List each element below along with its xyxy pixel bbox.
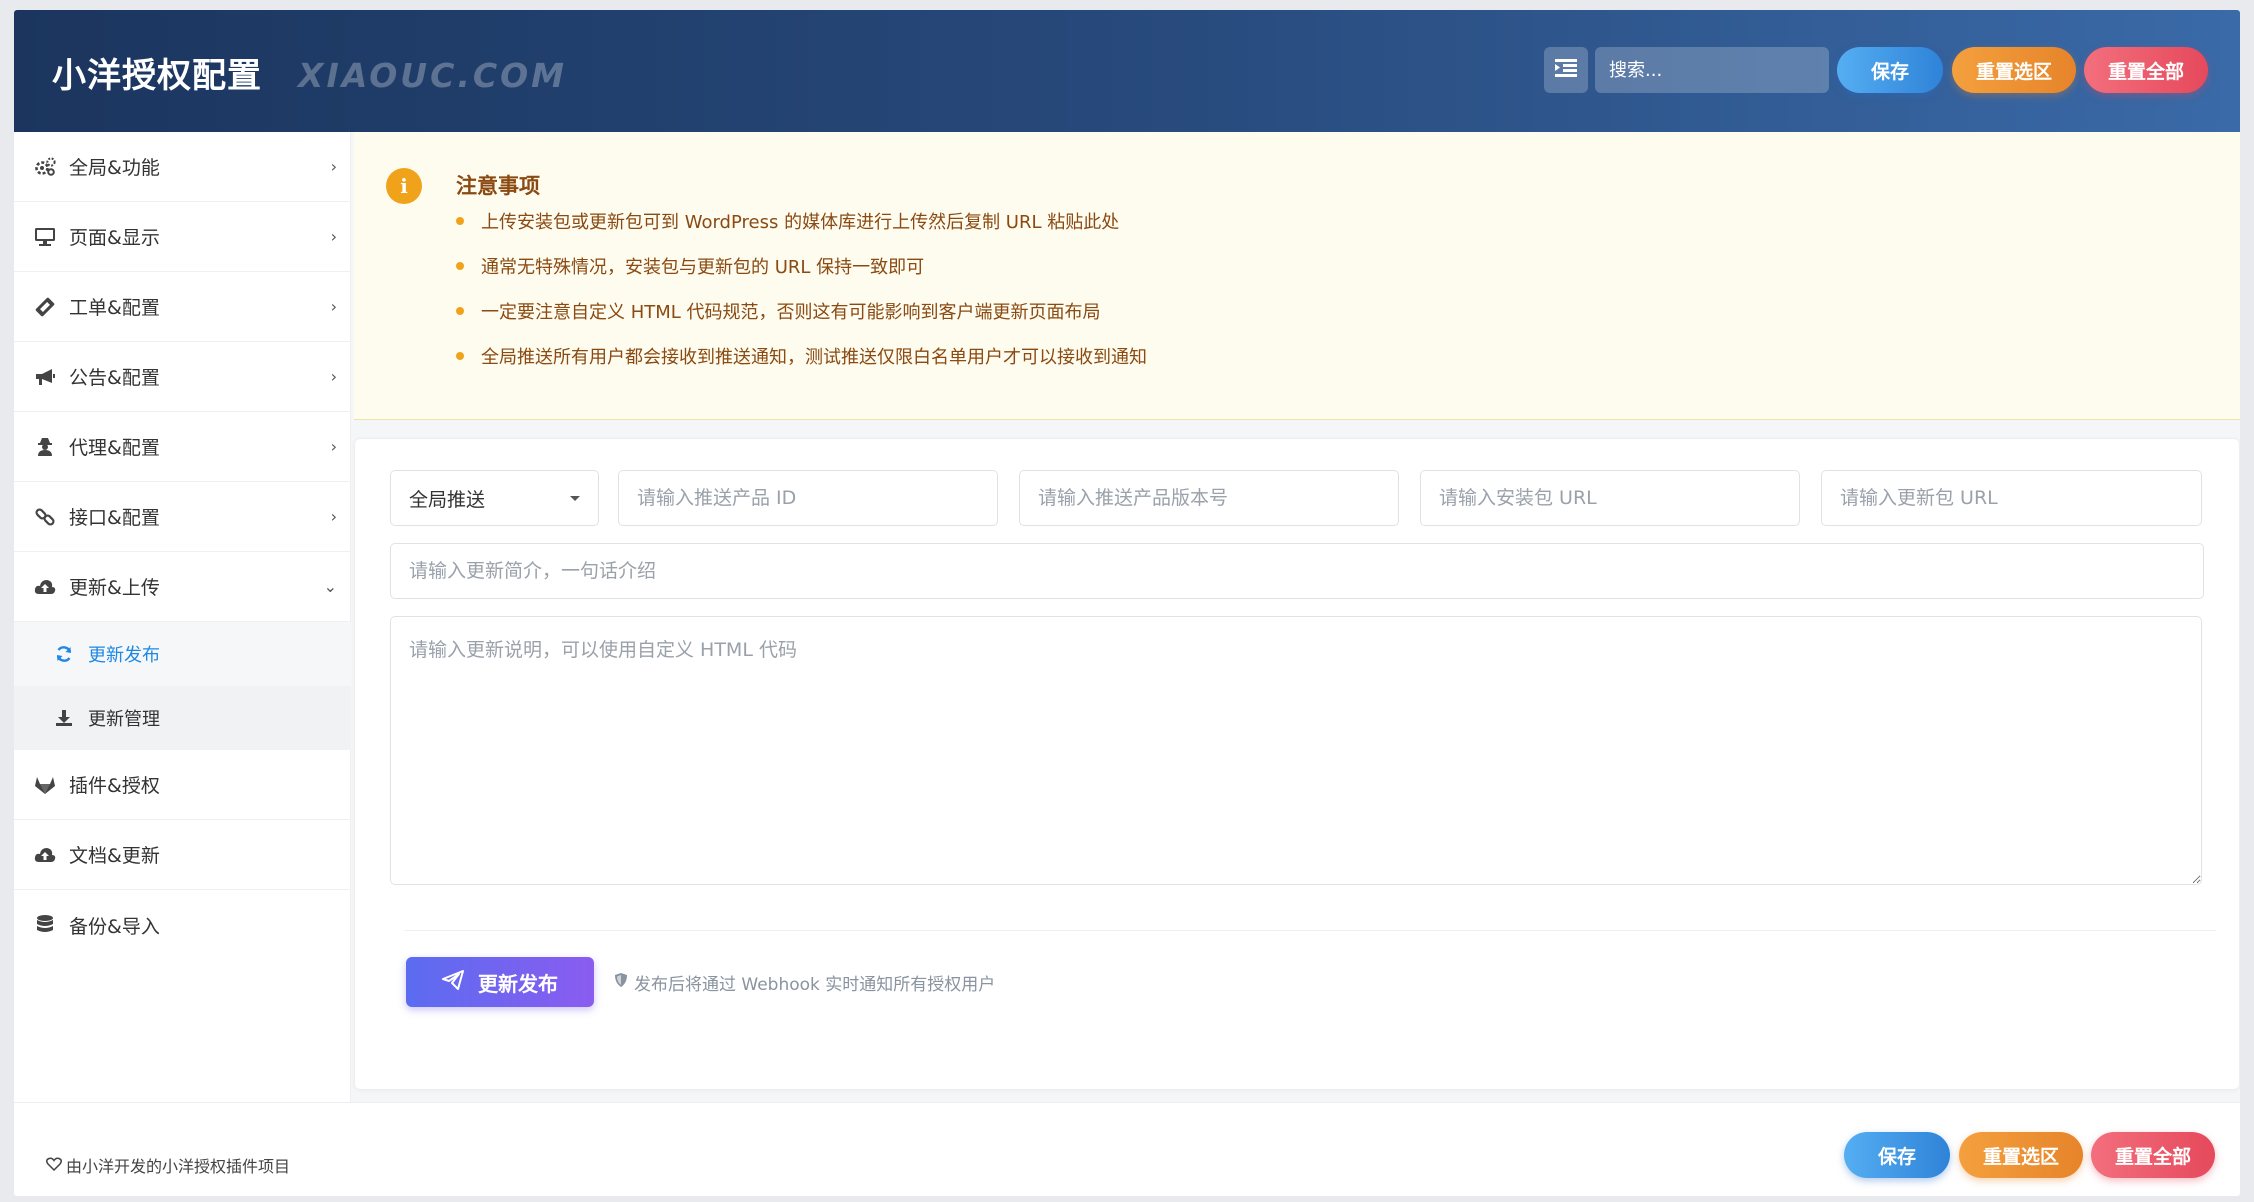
paper-plane-icon [442, 969, 478, 995]
publish-hint-text: 发布后将通过 Webhook 实时通知所有授权用户 [634, 975, 996, 995]
cloud-upload-icon [34, 844, 56, 866]
notice-item-text: 上传安装包或更新包可到 WordPress 的媒体库进行上传然后复制 URL 粘… [481, 212, 1120, 233]
download-icon [54, 708, 74, 728]
monitor-icon [34, 226, 56, 248]
indent-list-icon [1555, 59, 1577, 81]
sidebar-item-announcements[interactable]: 公告&配置 › [14, 342, 351, 412]
product-version-input[interactable] [1019, 470, 1399, 526]
sidebar-item-label: 全局&功能 [69, 157, 160, 179]
sidebar-item-label: 公告&配置 [69, 367, 160, 389]
footer-save-button[interactable]: 保存 [1844, 1132, 1950, 1178]
sidebar-item-updates[interactable]: 更新&上传 ⌄ [14, 552, 351, 622]
app-window: 小洋授权配置 XIAOUC.COM 保存 重置选区 重置全部 [14, 10, 2240, 1196]
sidebar-item-docs[interactable]: 文档&更新 [14, 820, 351, 890]
sidebar-subitem-update-manage[interactable]: 更新管理 [14, 686, 351, 750]
product-id-input[interactable] [618, 470, 998, 526]
cloud-upload-icon [34, 576, 56, 598]
sidebar-item-plugins[interactable]: 插件&授权 [14, 750, 351, 820]
chevron-right-icon: › [330, 227, 337, 246]
reset-all-button[interactable]: 重置全部 [2084, 47, 2208, 93]
sidebar-item-label: 备份&导入 [69, 915, 160, 938]
header-bar: 小洋授权配置 XIAOUC.COM 保存 重置选区 重置全部 [14, 10, 2240, 132]
search-input[interactable] [1595, 47, 1829, 93]
chevron-right-icon: › [330, 507, 337, 526]
footer-credit: 由小洋开发的小洋授权插件项目 [45, 1153, 291, 1177]
info-icon: i [386, 168, 422, 204]
push-type-select[interactable]: 全局推送 [390, 470, 599, 526]
database-icon [34, 914, 56, 936]
publish-update-label: 更新发布 [478, 971, 558, 996]
chevron-right-icon: › [330, 367, 337, 386]
save-button[interactable]: 保存 [1837, 47, 1943, 93]
menu-toggle-button[interactable] [1544, 47, 1588, 93]
chevron-right-icon: › [330, 297, 337, 316]
push-type-value: 全局推送 [409, 488, 486, 511]
sidebar-item-label: 代理&配置 [69, 437, 160, 459]
notice-item: 上传安装包或更新包可到 WordPress 的媒体库进行上传然后复制 URL 粘… [456, 208, 1119, 234]
sidebar-item-label: 接口&配置 [69, 507, 160, 529]
footer-reset-all-button[interactable]: 重置全部 [2091, 1132, 2215, 1178]
reset-section-button[interactable]: 重置选区 [1952, 47, 2076, 93]
sidebar-subitem-label: 更新发布 [88, 645, 160, 666]
chevron-right-icon: › [330, 437, 337, 456]
ticket-icon [34, 296, 56, 318]
gears-icon [34, 156, 56, 178]
app-title: 小洋授权配置 [52, 56, 262, 96]
publish-hint: 发布后将通过 Webhook 实时通知所有授权用户 [614, 970, 995, 995]
notice-item-text: 全局推送所有用户都会接收到推送通知，测试推送仅限白名单用户才可以接收到通知 [481, 347, 1147, 368]
sidebar-item-backup[interactable]: 备份&导入 [14, 890, 351, 960]
bullet-dot [456, 352, 464, 360]
refresh-icon [54, 644, 74, 664]
publish-update-button[interactable]: 更新发布 [406, 957, 594, 1007]
divider [404, 930, 2216, 931]
update-summary-input[interactable] [390, 543, 2204, 599]
heart-icon [45, 1156, 66, 1175]
caret-down-icon [570, 495, 580, 501]
user-secret-icon [34, 436, 56, 458]
footer-reset-section-button[interactable]: 重置选区 [1959, 1132, 2083, 1178]
gitlab-icon [34, 774, 56, 796]
install-url-input[interactable] [1420, 470, 1800, 526]
sidebar-item-tickets[interactable]: 工单&配置 › [14, 272, 351, 342]
notice-item: 一定要注意自定义 HTML 代码规范，否则这有可能影响到客户端更新页面布局 [456, 298, 1101, 324]
notice-title: 注意事项 [456, 174, 540, 198]
notice-item: 全局推送所有用户都会接收到推送通知，测试推送仅限白名单用户才可以接收到通知 [456, 343, 1147, 369]
sidebar-item-label: 文档&更新 [69, 845, 160, 867]
sidebar: 全局&功能 › 页面&显示 › 工单&配置 › 公告&配置 › 代理&配置 › … [14, 132, 351, 1102]
bullet-dot [456, 262, 464, 270]
megaphone-icon [34, 366, 56, 388]
sidebar-item-label: 工单&配置 [69, 297, 160, 319]
bullet-dot [456, 217, 464, 225]
chevron-right-icon: › [330, 157, 337, 176]
shield-icon [614, 972, 634, 993]
notice-item-text: 一定要注意自定义 HTML 代码规范，否则这有可能影响到客户端更新页面布局 [481, 302, 1101, 323]
update-description-textarea[interactable] [390, 616, 2202, 885]
app-subtitle: XIAOUC.COM [298, 56, 567, 95]
update-url-input[interactable] [1821, 470, 2202, 526]
sidebar-item-pages[interactable]: 页面&显示 › [14, 202, 351, 272]
bullet-dot [456, 307, 464, 315]
footer-credit-text: 由小洋开发的小洋授权插件项目 [66, 1157, 291, 1176]
notice-item-text: 通常无特殊情况，安装包与更新包的 URL 保持一致即可 [481, 257, 925, 278]
sidebar-item-global[interactable]: 全局&功能 › [14, 132, 351, 202]
sidebar-item-label: 更新&上传 [69, 577, 160, 599]
sidebar-subitem-label: 更新管理 [88, 709, 160, 730]
sidebar-subitem-update-publish[interactable]: 更新发布 [14, 622, 351, 686]
sidebar-item-label: 插件&授权 [69, 775, 160, 797]
sidebar-item-label: 页面&显示 [69, 227, 160, 249]
notice-item: 通常无特殊情况，安装包与更新包的 URL 保持一致即可 [456, 253, 924, 279]
sidebar-item-api[interactable]: 接口&配置 › [14, 482, 351, 552]
link-icon [34, 506, 56, 528]
chevron-down-icon: ⌄ [323, 577, 337, 596]
sidebar-item-agents[interactable]: 代理&配置 › [14, 412, 351, 482]
